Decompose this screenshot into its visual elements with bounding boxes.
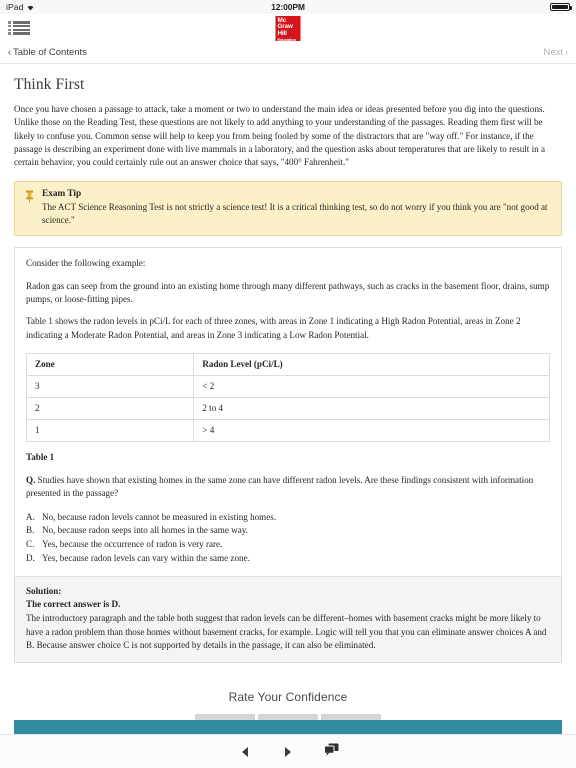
question-text: Q. Studies have shown that existing home… [26,474,550,501]
mcgraw-hill-logo: Mc Graw Hill Education [275,16,301,42]
table-caption: Table 1 [26,451,55,462]
choice-text: Yes, because radon levels can vary withi… [42,553,250,564]
column-header-radon-level: Radon Level (pCi/L) [193,352,550,376]
cell-radon-level: < 2 [193,374,550,398]
lesson-content: Think First Once you have chosen a passa… [0,64,576,756]
next-triangle-icon [285,746,291,757]
example-paragraph: Radon gas can seep from the ground into … [26,280,550,304]
chevron-left-icon: ‹ [8,47,11,57]
chevron-right-icon: › [565,47,568,57]
table-row: 2 2 to 4 [25,396,550,420]
answer-choices: A. No, because radon levels cannot be me… [26,511,550,566]
chat-bubbles-icon [323,743,339,761]
choice-letter: C. [26,539,35,550]
question-body: Studies have shown that existing homes i… [26,474,534,499]
page-title: Think First [14,76,85,93]
choice-text: No, because radon levels cannot be measu… [42,511,277,522]
answer-choice[interactable]: B. No, because radon seeps into all home… [26,524,550,538]
choice-text: Yes, because the occurrence of radon is … [42,539,223,550]
status-bar-right [550,2,572,12]
bottom-toolbar [0,734,576,768]
table-of-contents-icon[interactable] [8,20,30,36]
confidence-title: Rate Your Confidence [228,690,348,705]
example-paragraph: Consider the following example: [26,258,146,269]
exam-tip-text: The ACT Science Reasoning Test is not st… [42,201,548,225]
cell-zone: 3 [25,374,195,398]
next-page-button[interactable] [278,742,298,762]
example-paragraph: Table 1 shows the radon levels in pCi/L … [26,316,521,340]
table-of-contents-button[interactable]: ‹ Table of Contents [8,47,87,58]
previous-triangle-icon [242,746,248,757]
table-row: 3 < 2 [25,374,550,398]
answer-choice[interactable]: A. No, because radon levels cannot be me… [26,511,550,525]
correct-answer-line: The correct answer is D. [26,599,121,610]
exam-tip-body: Exam Tip The ACT Science Reasoning Test … [42,189,552,227]
choice-letter: D. [26,553,35,564]
previous-page-button[interactable] [235,742,255,762]
example-box: Consider the following example: Radon ga… [14,247,562,664]
navigation-bar: ‹ Table of Contents Next › [0,42,576,64]
notes-button[interactable] [321,742,341,762]
answer-choice[interactable]: C. Yes, because the occurrence of radon … [26,538,550,552]
logo-line-4: Education [277,36,297,42]
question-label: Q. [26,474,36,485]
section-progress-bar [14,720,562,734]
choice-letter: A. [26,511,35,522]
exam-tip-callout: Exam Tip The ACT Science Reasoning Test … [14,180,562,237]
column-header-zone: Zone [25,352,195,376]
cell-radon-level: 2 to 4 [193,396,550,420]
table-header-row: Zone Radon Level (pCi/L) [25,352,550,376]
solution-panel: Solution: The correct answer is D. The i… [15,575,561,663]
choice-letter: B. [26,525,35,536]
pushpin-icon [24,189,35,227]
solution-heading: Solution: [26,585,62,596]
app-header: Mc Graw Hill Education [0,14,576,42]
ios-status-bar: iPad 12:00PM [0,0,576,14]
cell-zone: 1 [25,418,195,442]
cell-radon-level: > 4 [193,418,550,442]
radon-level-table: Zone Radon Level (pCi/L) 3 < 2 2 2 to 4 … [25,352,550,442]
next-button[interactable]: Next › [543,47,568,58]
next-label: Next [543,47,563,58]
answer-choice[interactable]: D. Yes, because radon levels can vary wi… [26,552,550,566]
intro-paragraph: Once you have chosen a passage to attack… [14,104,545,168]
choice-text: No, because radon seeps into all homes i… [42,525,248,536]
battery-full-icon [550,2,572,12]
table-row: 1 > 4 [25,418,550,442]
table-of-contents-label: Table of Contents [13,47,87,58]
status-bar-clock: 12:00PM [271,2,305,12]
solution-explanation: The introductory paragraph and the table… [26,613,547,650]
cell-zone: 2 [25,396,195,420]
exam-tip-title: Exam Tip [42,188,82,199]
